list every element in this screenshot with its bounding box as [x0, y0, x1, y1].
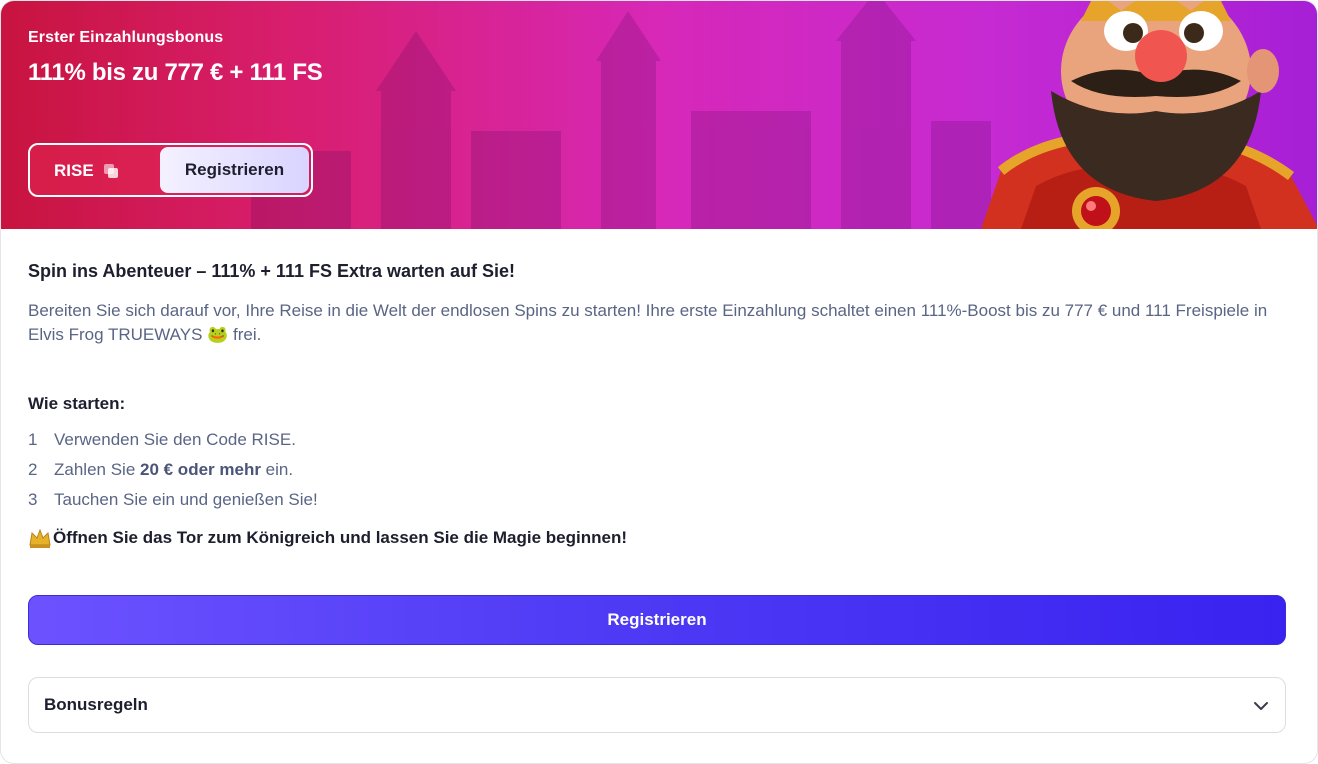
cta-line: Öffnen Sie das Tor zum Königreich und la…: [28, 527, 627, 549]
bonus-title: 111% bis zu 777 € + 111 FS: [28, 59, 323, 86]
bonus-card: Erster Einzahlungsbonus 111% bis zu 777 …: [0, 0, 1318, 764]
step-text-post: ein.: [260, 460, 294, 479]
bonus-subtitle: Erster Einzahlungsbonus: [28, 29, 224, 46]
step-item: 1 Verwenden Sie den Code RISE.: [28, 430, 296, 450]
step-number: 3: [28, 490, 38, 509]
offer-description: Bereiten Sie sich darauf vor, Ihre Reise…: [28, 301, 1268, 344]
how-to-start-title: Wie starten:: [28, 394, 126, 413]
king-mascot-image: [981, 1, 1317, 229]
step-number: 1: [28, 430, 38, 449]
step-number: 2: [28, 460, 38, 479]
chevron-down-icon[interactable]: [1251, 696, 1271, 716]
banner-register-button[interactable]: Registrieren: [160, 147, 309, 193]
register-button[interactable]: Registrieren: [28, 595, 1286, 645]
promo-code[interactable]: RISE: [54, 161, 94, 181]
bonus-rules-accordion[interactable]: Bonusregeln: [28, 677, 1286, 733]
crown-icon: [29, 528, 51, 548]
offer-headline: Spin ins Abenteuer – 111% + 111 FS Extra…: [28, 261, 516, 281]
copy-icon[interactable]: [103, 163, 119, 179]
promo-code-box: RISE Registrieren: [28, 143, 313, 197]
bonus-rules-label: Bonusregeln: [44, 695, 148, 714]
step-item: 2 Zahlen Sie 20 € oder mehr ein.: [28, 460, 293, 480]
step-text-highlight: 20 € oder mehr: [140, 460, 261, 479]
cta-text: Öffnen Sie das Tor zum Königreich und la…: [53, 528, 627, 547]
bonus-banner: Erster Einzahlungsbonus 111% bis zu 777 …: [1, 1, 1317, 229]
step-text: Tauchen Sie ein und genießen Sie!: [54, 490, 318, 509]
step-text: Verwenden Sie den Code RISE.: [54, 430, 296, 449]
step-item: 3 Tauchen Sie ein und genießen Sie!: [28, 490, 318, 510]
step-text-pre: Zahlen Sie: [54, 460, 140, 479]
